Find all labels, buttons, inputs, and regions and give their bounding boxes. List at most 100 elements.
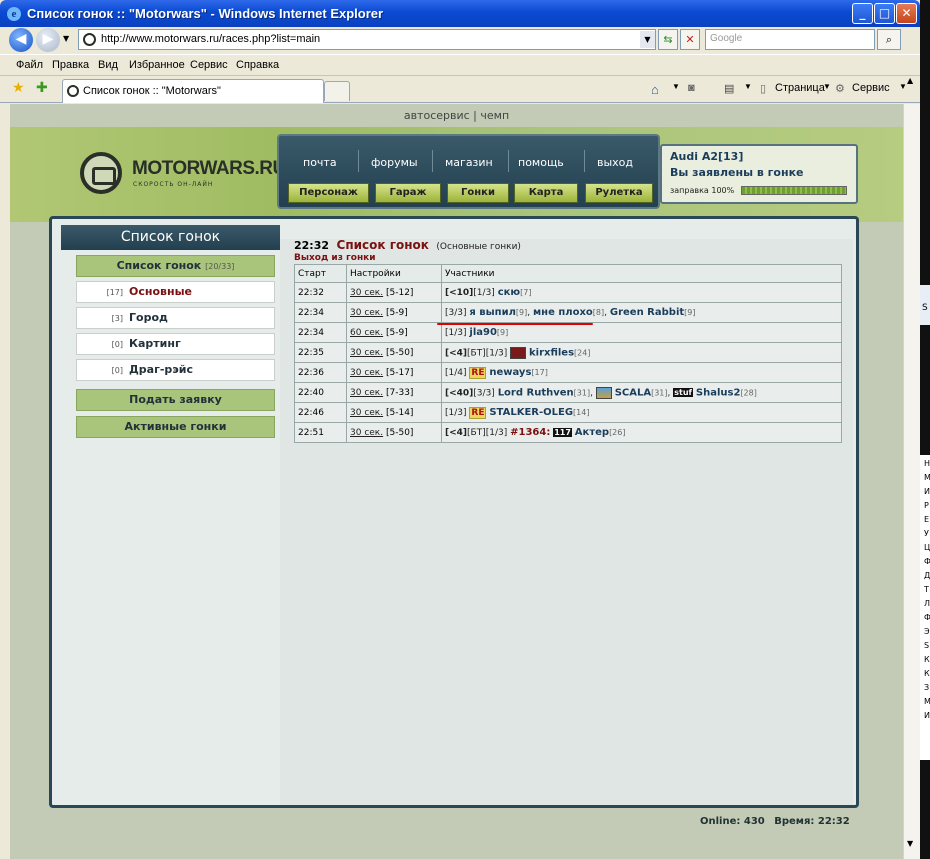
time-setting-link[interactable]: 30 сек. [350, 308, 383, 318]
add-favorite-icon[interactable]: ✚ [36, 80, 48, 96]
menu-favorites[interactable]: Избранное [129, 59, 185, 71]
time-setting-link[interactable]: 30 сек. [350, 408, 383, 418]
player-name[interactable]: скю [498, 287, 520, 298]
garage-button[interactable]: Гараж [375, 183, 441, 203]
scroll-down-icon[interactable]: ▼ [907, 839, 913, 848]
player-name[interactable]: jla90 [469, 327, 497, 338]
home-dropdown-icon[interactable]: ▼ [672, 82, 680, 91]
participants-cell: [<4][БТ][1/3] kirxfiles[24] [441, 342, 842, 363]
separator-comma: , [604, 308, 607, 318]
feeds-icon[interactable]: ◙ [688, 82, 695, 94]
menu-edit[interactable]: Правка [52, 59, 89, 71]
title-bar: e Список гонок :: "Motorwars" - Windows … [0, 0, 920, 27]
nav-exit[interactable]: выход [597, 156, 633, 169]
vertical-scrollbar[interactable]: ▲ ▼ [903, 76, 920, 859]
close-button[interactable]: ✕ [896, 3, 917, 24]
nav-shop[interactable]: магазин [445, 156, 493, 169]
races-button[interactable]: Гонки [447, 183, 509, 203]
page-menu[interactable]: Страница [775, 82, 825, 94]
sidebar-item-city[interactable]: [3] Город [76, 307, 275, 329]
print-dropdown-icon[interactable]: ▼ [744, 82, 752, 91]
sidebar-item-main[interactable]: [17] Основные [76, 281, 275, 303]
bt-tag: [БТ] [467, 348, 486, 358]
player-name[interactable]: я выпил [469, 307, 516, 318]
back-button[interactable]: ◀ [9, 28, 33, 52]
motorwars-logo-icon [80, 152, 122, 194]
stop-icon[interactable]: ✕ [680, 29, 700, 50]
link-champ[interactable]: чемп [480, 109, 509, 122]
start-time: 22:36 [294, 362, 347, 383]
time-setting-link[interactable]: 30 сек. [350, 348, 383, 358]
participants-cell: [1/3] RE STALKER-OLEG[14] [441, 402, 842, 423]
sidebar-race-list[interactable]: Список гонок [20/33] [76, 255, 275, 277]
favorites-star-icon[interactable]: ★ [12, 80, 25, 96]
top-links: автосервис | чемп [10, 109, 903, 127]
menu-file[interactable]: Файл [16, 59, 43, 71]
player-name[interactable]: Green Rabbit [610, 307, 684, 318]
time-setting-link[interactable]: 60 сек. [350, 328, 383, 338]
time-setting-link[interactable]: 30 сек. [350, 368, 383, 378]
menu-help[interactable]: Справка [236, 59, 279, 71]
time-setting-link[interactable]: 30 сек. [350, 288, 383, 298]
url-dropdown-icon[interactable]: ▼ [640, 31, 655, 48]
player-name[interactable]: Shalus2 [696, 387, 741, 398]
roulette-button[interactable]: Рулетка [585, 183, 653, 203]
nav-help[interactable]: помощь [518, 156, 564, 169]
menu-tools[interactable]: Сервис [190, 59, 228, 71]
search-icon[interactable]: ⌕ [877, 29, 901, 50]
nav-forums[interactable]: форумы [371, 156, 418, 169]
level-limit-tag: [<4] [445, 428, 468, 438]
refresh-icon[interactable]: ⇆ [658, 29, 678, 50]
page-dropdown-icon[interactable]: ▼ [823, 82, 831, 91]
menu-view[interactable]: Вид [98, 59, 118, 71]
time-setting-link[interactable]: 30 сек. [350, 388, 383, 398]
player-name[interactable]: SCALA [615, 387, 651, 398]
player-level: [31] [573, 388, 591, 397]
player-level: [9] [684, 308, 696, 317]
tools-dropdown-icon[interactable]: ▼ [899, 82, 907, 91]
sidebar-item-label: Картинг [129, 337, 181, 350]
history-dropdown-icon[interactable]: ▼ [63, 34, 69, 43]
player-name[interactable]: Lord Ruthven [498, 387, 574, 398]
map-button[interactable]: Карта [514, 183, 578, 203]
start-time: 22:46 [294, 402, 347, 423]
footer-status: Online: 430 Время: 22:32 [700, 816, 850, 827]
apply-race-button[interactable]: Подать заявку [76, 389, 275, 411]
heading-subtitle: (Основные гонки) [436, 242, 521, 252]
link-autoservice[interactable]: автосервис [404, 109, 470, 122]
exit-race-link[interactable]: Выход из гонки [294, 253, 376, 263]
scroll-up-icon[interactable]: ▲ [907, 76, 913, 85]
team-number[interactable]: #1364: [510, 427, 550, 438]
home-icon[interactable]: ⌂ [651, 82, 659, 97]
player-level: [31] [651, 388, 668, 397]
maximize-button[interactable]: □ [874, 3, 895, 24]
start-time: 22:34 [294, 322, 347, 343]
active-races-button[interactable]: Активные гонки [76, 416, 275, 438]
print-icon[interactable]: ▤ [724, 82, 734, 95]
search-input[interactable]: Google [705, 29, 875, 50]
level-range: [7-33] [385, 387, 414, 398]
new-tab-button[interactable] [324, 81, 350, 101]
player-name[interactable]: neways [489, 367, 531, 378]
minimize-button[interactable]: _ [852, 3, 873, 24]
player-name[interactable]: Актер [575, 427, 609, 438]
settings-cell: 30 сек. [7-33] [346, 382, 442, 403]
player-name[interactable]: STALKER-OLEG [489, 407, 573, 418]
tab-title: Список гонок :: "Motorwars" [83, 85, 221, 97]
nav-mail[interactable]: почта [303, 156, 337, 169]
tab-motorwars[interactable]: Список гонок :: "Motorwars" [62, 79, 324, 103]
player-name[interactable]: мне плохо [533, 307, 593, 318]
window-title: Список гонок :: "Motorwars" - Windows In… [27, 6, 384, 21]
sidebar-item-label: Основные [129, 285, 192, 298]
tools-menu[interactable]: Сервис [852, 82, 890, 94]
player-level: [9] [515, 308, 528, 317]
logo-slogan: СКОРОСТЬ ОН-ЛАЙН [133, 181, 214, 188]
tab-bar: ★ ✚ Список гонок :: "Motorwars" ⌂ ▼ ◙ ▤ … [0, 76, 920, 103]
time-setting-link[interactable]: 30 сек. [350, 428, 383, 438]
forward-button[interactable]: ▶ [36, 28, 60, 52]
character-button[interactable]: Персонаж [288, 183, 369, 203]
sidebar-item-karting[interactable]: [0] Картинг [76, 333, 275, 355]
sidebar-item-drag-race[interactable]: [0] Драг-рэйс [76, 359, 275, 381]
url-input[interactable]: http://www.motorwars.ru/races.php?list=m… [78, 29, 656, 50]
player-name[interactable]: kirxfiles [529, 347, 574, 358]
